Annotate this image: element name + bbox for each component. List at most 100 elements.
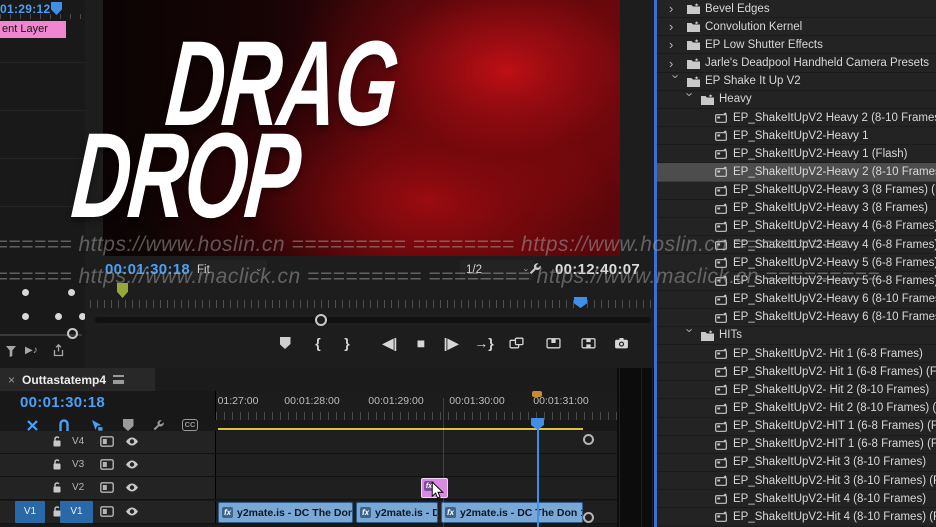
- timeline-timecode[interactable]: 00:01:30:18: [20, 394, 105, 411]
- program-mini-ruler[interactable]: [90, 300, 655, 308]
- effects-tree-item[interactable]: ›HITs: [657, 327, 936, 345]
- effects-tree-item[interactable]: EP_ShakeItUpV2-Hit 4 (8-10 Frames) (Flas…: [657, 508, 936, 526]
- scrollbar-handle[interactable]: [583, 434, 594, 445]
- effects-tree-item[interactable]: EP_ShakeItUpV2-Heavy 4 (6-8 Frames): [657, 218, 936, 236]
- effects-tree-item[interactable]: EP_ShakeItUpV2-Heavy 1: [657, 127, 936, 145]
- chevron-right-icon[interactable]: ›: [669, 2, 687, 15]
- sync-lock-icon[interactable]: [100, 482, 114, 493]
- effects-tree-item[interactable]: EP_ShakeItUpV2 Heavy 2 (8-10 Frames): [657, 109, 936, 127]
- eye-icon[interactable]: [125, 460, 139, 469]
- keyframe-dot[interactable]: [68, 289, 75, 296]
- effects-tree-item[interactable]: EP_ShakeItUpV2- Hit 1 (6-8 Frames) (Flas…: [657, 363, 936, 381]
- scrollbar-handle[interactable]: [583, 512, 594, 523]
- preset-icon: [715, 294, 733, 305]
- effects-tree-item[interactable]: EP_ShakeItUpV2-Hit 4 (8-10 Frames): [657, 490, 936, 508]
- track-target-V1[interactable]: V1: [60, 501, 93, 523]
- eye-icon[interactable]: [125, 437, 139, 446]
- effects-tree-item[interactable]: EP_ShakeItUpV2-Heavy 3 (8 Frames) (Flash…: [657, 182, 936, 200]
- lift-button[interactable]: [541, 332, 565, 354]
- effects-tree-item[interactable]: ›Jarle's Deadpool Handheld Camera Preset…: [657, 54, 936, 72]
- lock-icon[interactable]: [52, 435, 62, 448]
- effects-tree-item[interactable]: EP_ShakeItUpV2-HIT 1 (6-8 Frames) (Flash…: [657, 436, 936, 454]
- source-patch-V1[interactable]: V1: [15, 501, 45, 523]
- zoom-level-select[interactable]: Fit ›: [191, 260, 267, 280]
- eye-icon[interactable]: [125, 507, 139, 516]
- sequence-marker-icon[interactable]: [532, 391, 542, 397]
- settings-wrench-icon[interactable]: [528, 262, 542, 276]
- effects-tree-item[interactable]: ›Convolution Kernel: [657, 18, 936, 36]
- export-frame-button[interactable]: [609, 332, 633, 354]
- mark-out-button[interactable]: }: [335, 332, 359, 354]
- effects-tree-item[interactable]: EP_ShakeItUpV2- Hit 1 (6-8 Frames): [657, 345, 936, 363]
- folder-icon: [687, 58, 705, 69]
- lock-icon[interactable]: [52, 505, 62, 518]
- lock-icon[interactable]: [52, 481, 62, 494]
- add-marker-button[interactable]: [273, 332, 297, 354]
- play-audio-preview-icon[interactable]: ▶♪: [25, 345, 38, 356]
- play-stop-button[interactable]: ■: [409, 332, 433, 354]
- effects-tree-item[interactable]: EP_ShakeItUpV2- Hit 2 (8-10 Frames) (Fla…: [657, 399, 936, 417]
- adjustment-layer-clip[interactable]: ent Layer: [0, 21, 66, 38]
- chevron-right-icon[interactable]: ›: [669, 38, 687, 51]
- preset-icon: [715, 166, 733, 177]
- preset-icon: [715, 511, 733, 522]
- step-back-button[interactable]: ◀|: [378, 332, 402, 354]
- chevron-right-icon[interactable]: ›: [669, 20, 687, 33]
- keyframe-dot[interactable]: [22, 289, 29, 296]
- effects-tree-item[interactable]: ›Bevel Edges: [657, 0, 936, 18]
- sync-lock-icon[interactable]: [100, 459, 114, 470]
- step-forward-button[interactable]: |▶: [439, 332, 463, 354]
- timeline-ruler[interactable]: 01:27:0000:01:28:0000:01:29:0000:01:30:0…: [215, 391, 618, 420]
- extract-button[interactable]: [576, 332, 600, 354]
- slider-knob[interactable]: [67, 328, 78, 339]
- panel-menu-icon[interactable]: [113, 375, 124, 384]
- keyframe-dot[interactable]: [22, 313, 29, 320]
- preset-icon: [715, 312, 733, 323]
- effects-tree-item[interactable]: EP_ShakeItUpV2-Heavy 4 (6-8 Frames) (Fla…: [657, 236, 936, 254]
- lock-icon[interactable]: [52, 458, 62, 471]
- effects-tree-item[interactable]: EP_ShakeItUpV2- Hit 2 (8-10 Frames): [657, 381, 936, 399]
- track-label: V3: [72, 459, 84, 470]
- filter-funnel-icon[interactable]: [5, 345, 17, 357]
- chevron-down-icon[interactable]: ›: [670, 74, 683, 91]
- fx-badge: fx: [222, 507, 233, 518]
- effects-tree-item[interactable]: EP_ShakeItUpV2-Hit 3 (8-10 Frames): [657, 454, 936, 472]
- chevron-right-icon[interactable]: ›: [669, 57, 687, 70]
- program-current-timecode[interactable]: 00:01:30:18: [105, 261, 190, 278]
- timeline-clip[interactable]: fxy2mate.is - DC The Don 12A: [218, 502, 353, 523]
- effects-tree-item[interactable]: EP_ShakeItUpV2-Heavy 2 (8-10 Frames) (Fl…: [657, 163, 936, 181]
- effects-tree-item[interactable]: EP_ShakeItUpV2-Heavy 5 (6-8 Frames) (Fla…: [657, 272, 936, 290]
- folder-icon: [687, 3, 705, 14]
- timeline-clip[interactable]: fxy2mate.is - D: [356, 502, 438, 523]
- preset-icon: [715, 475, 733, 486]
- effects-tree-item[interactable]: EP_ShakeItUpV2-HIT 1 (6-8 Frames) (Flash…: [657, 418, 936, 436]
- effects-tree-item[interactable]: ›EP Shake It Up V2: [657, 73, 936, 91]
- timeline-clip[interactable]: fxy2mate.is - DC The Don 12AM O: [441, 502, 583, 523]
- go-to-out-button[interactable]: →}: [472, 332, 496, 354]
- effects-tree-item[interactable]: EP_ShakeItUpV2-Heavy 1 (Flash): [657, 145, 936, 163]
- export-icon[interactable]: [52, 344, 65, 357]
- effects-tree-item[interactable]: ›Heavy: [657, 91, 936, 109]
- effects-tree-item[interactable]: EP_ShakeItUpV2-Heavy 6 (8-10 Frames) (Fl…: [657, 291, 936, 309]
- keyframe-dot[interactable]: [55, 313, 62, 320]
- chevron-down-icon[interactable]: ›: [684, 92, 697, 109]
- program-scrollbar-knob[interactable]: [315, 314, 327, 326]
- effects-tree-item[interactable]: EP_ShakeItUpV2-Heavy 5 (6-8 Frames): [657, 254, 936, 272]
- close-tab-icon[interactable]: ×: [8, 373, 15, 387]
- sync-lock-icon[interactable]: [100, 436, 114, 447]
- chevron-down-icon[interactable]: ›: [684, 328, 697, 345]
- comparison-view-button[interactable]: [504, 332, 528, 354]
- preset-icon: [715, 203, 733, 214]
- effects-tree-item[interactable]: EP_ShakeItUpV2-Heavy 6 (8-10 Frames) (No…: [657, 309, 936, 327]
- track-row-V4: V4: [0, 431, 617, 454]
- sync-lock-icon[interactable]: [100, 506, 114, 517]
- green-marker-icon[interactable]: [117, 283, 128, 298]
- effects-tree-item[interactable]: EP_ShakeItUpV2-Hit 3 (8-10 Frames) (Flas…: [657, 472, 936, 490]
- effects-tree-item[interactable]: EP_ShakeItUpV2-Heavy 3 (8 Frames): [657, 200, 936, 218]
- program-scrollbar[interactable]: [95, 317, 651, 323]
- mark-in-button[interactable]: {: [306, 332, 330, 354]
- playback-resolution-select[interactable]: 1/2 ›: [460, 260, 534, 280]
- effects-tree-item[interactable]: ›EP Low Shutter Effects: [657, 36, 936, 54]
- eye-icon[interactable]: [125, 483, 139, 492]
- timeline-tab[interactable]: × Outtastatemp4: [0, 368, 155, 391]
